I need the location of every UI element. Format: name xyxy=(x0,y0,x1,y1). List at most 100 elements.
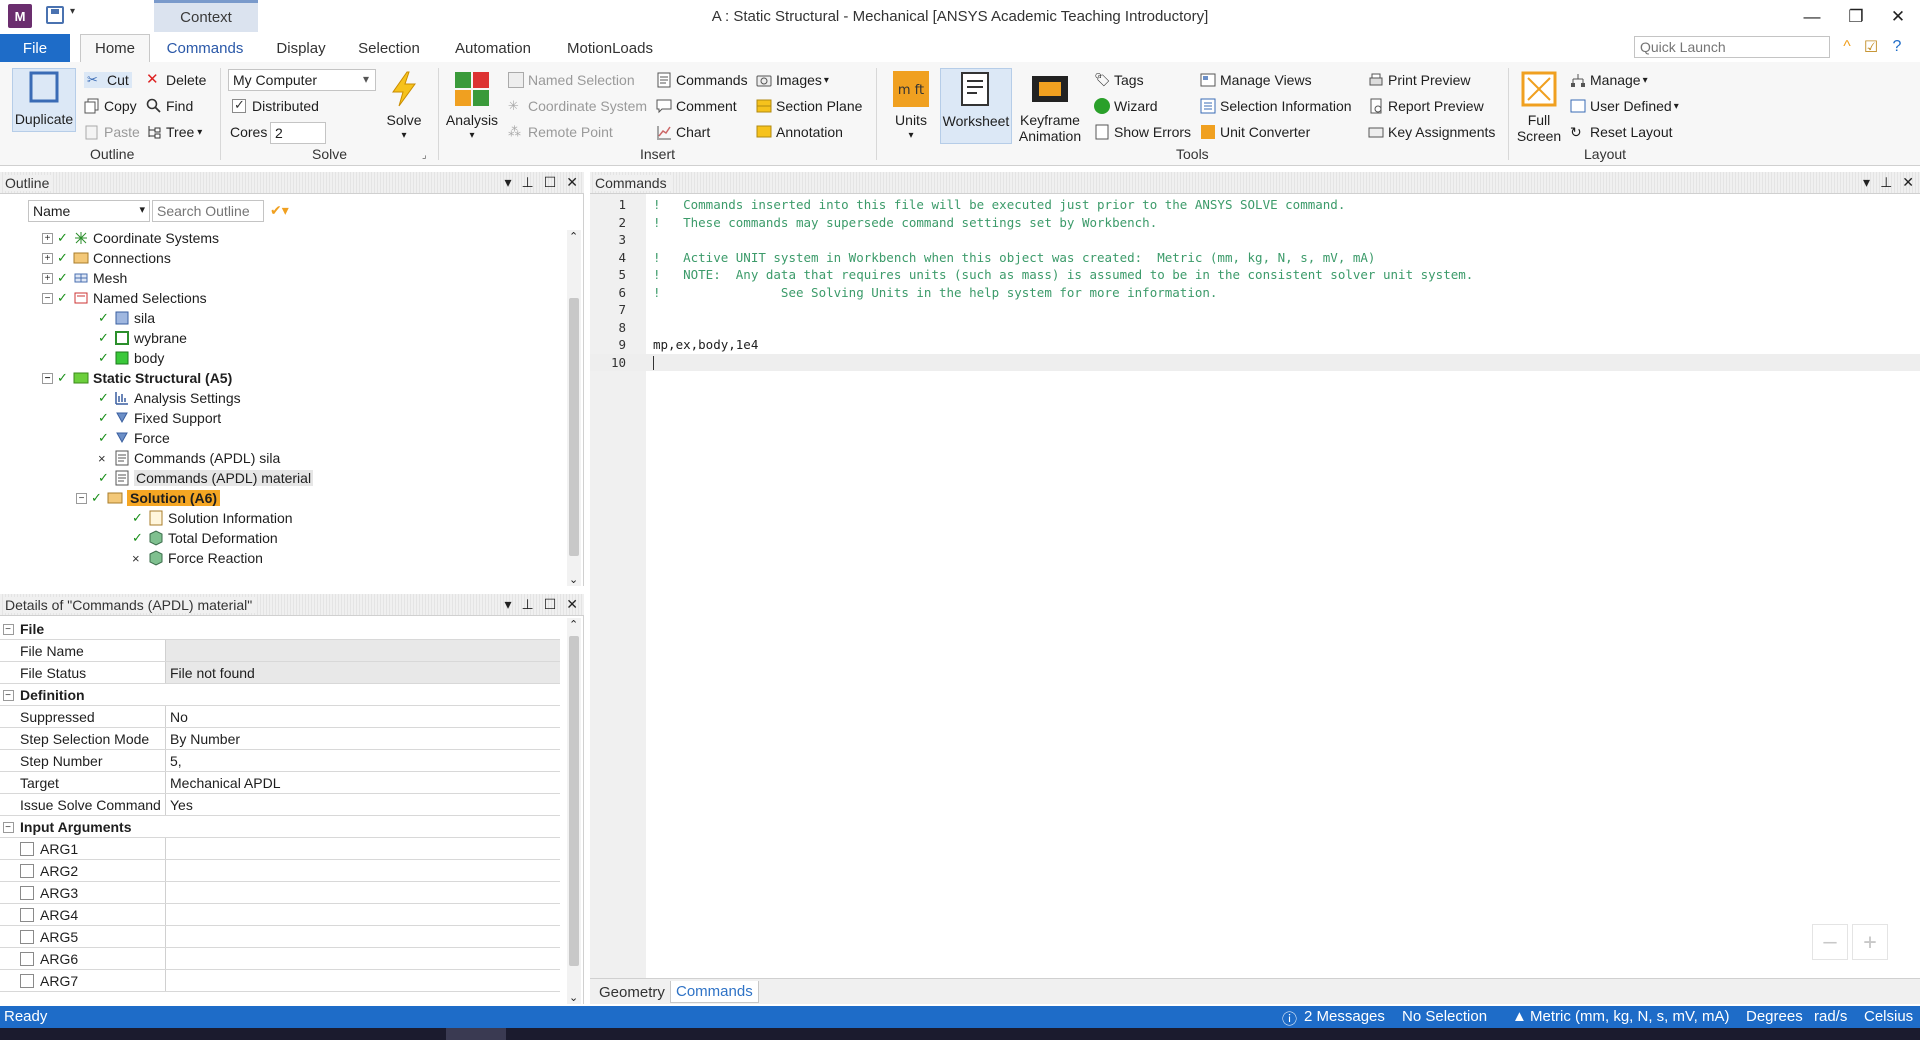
row-value[interactable]: No xyxy=(166,706,560,727)
scroll-down-icon[interactable]: ⌄ xyxy=(569,573,578,586)
arg-checkbox[interactable] xyxy=(20,929,34,944)
coordinate-system-button[interactable]: ✳ Coordinate System xyxy=(508,98,647,114)
row-value[interactable]: By Number xyxy=(166,728,560,749)
details-row-arg5[interactable]: ARG5 xyxy=(0,926,560,948)
delete-button[interactable]: ✕ Delete xyxy=(146,72,206,89)
feedback-icon[interactable]: ☑ xyxy=(1860,36,1882,58)
code-line[interactable]: 2 ! These commands may supersede command … xyxy=(590,214,1920,232)
code-line[interactable]: 8 xyxy=(590,319,1920,337)
details-row-arg3[interactable]: ARG3 xyxy=(0,882,560,904)
full-screen-button[interactable]: Full Screen xyxy=(1517,70,1561,144)
apdl-code-editor[interactable]: 1 ! Commands inserted into this file will… xyxy=(590,194,1920,978)
tab-commands-view[interactable]: Commands xyxy=(670,981,759,1003)
units-up-icon[interactable]: ▲ xyxy=(1512,1008,1527,1025)
print-preview-button[interactable]: Print Preview xyxy=(1368,72,1470,88)
key-assignments-button[interactable]: Key Assignments xyxy=(1368,124,1495,140)
quick-launch-input[interactable] xyxy=(1634,36,1830,58)
scroll-up-icon[interactable]: ⌃ xyxy=(569,618,578,631)
status-units[interactable]: Metric (mm, kg, N, s, mV, mA) xyxy=(1530,1008,1729,1025)
messages-icon[interactable]: ⓘ xyxy=(1282,1008,1297,1029)
chart-button[interactable]: Chart xyxy=(656,124,710,140)
tab-display[interactable]: Display xyxy=(268,34,334,62)
panel-menu-icon[interactable]: ▾ xyxy=(1863,174,1870,191)
tree-node-coordinate-systems[interactable]: + ✓ Coordinate Systems xyxy=(42,228,219,248)
collapse-icon[interactable]: − xyxy=(0,816,16,838)
close-icon[interactable]: ✕ xyxy=(566,174,578,191)
close-window-button[interactable]: ✕ xyxy=(1880,4,1916,30)
details-row-arg1[interactable]: ARG1 xyxy=(0,838,560,860)
expand-icon[interactable]: + xyxy=(42,252,53,264)
pin-icon[interactable]: ⊥ xyxy=(522,596,534,613)
tree-node-connections[interactable]: + ✓ Connections xyxy=(42,248,171,268)
tree-node-solution-information[interactable]: ✓ Solution Information xyxy=(132,508,293,528)
tree-node-wybrane[interactable]: ✓ wybrane xyxy=(98,328,187,348)
maximize-icon[interactable]: ☐ xyxy=(544,596,557,613)
tree-node-fixed-support[interactable]: ✓ Fixed Support xyxy=(98,408,221,428)
tree-node-solution[interactable]: − ✓ Solution (A6) xyxy=(76,488,221,508)
find-button[interactable]: Find xyxy=(146,98,193,114)
code-line[interactable]: 1 ! Commands inserted into this file will… xyxy=(590,196,1920,214)
cores-input[interactable]: 2 xyxy=(270,122,326,144)
details-row-arg7[interactable]: ARG7 xyxy=(0,970,560,992)
arg-value[interactable] xyxy=(166,926,560,947)
details-row-suppressed[interactable]: Suppressed No xyxy=(0,706,560,728)
tree-node-commands-sila[interactable]: × Commands (APDL) sila xyxy=(98,448,280,468)
duplicate-button[interactable]: Duplicate xyxy=(12,68,76,132)
tree-node-static-structural[interactable]: − ✓ Static Structural (A5) xyxy=(42,368,232,388)
arg-checkbox[interactable] xyxy=(20,841,34,856)
file-tab[interactable]: File xyxy=(0,34,70,62)
row-value[interactable]: Mechanical APDL xyxy=(166,772,560,793)
wizard-button[interactable]: Wizard xyxy=(1094,98,1158,114)
restore-button[interactable]: ❐ xyxy=(1838,4,1874,30)
tree-node-force[interactable]: ✓ Force xyxy=(98,428,170,448)
quick-access-save-icon[interactable] xyxy=(46,6,64,24)
close-icon[interactable]: ✕ xyxy=(566,596,578,613)
details-section-file[interactable]: − File xyxy=(0,618,560,640)
row-value[interactable] xyxy=(166,640,560,661)
taskbar-active-app[interactable] xyxy=(446,1028,506,1040)
pin-icon[interactable]: ⊥ xyxy=(522,174,534,191)
pin-icon[interactable]: ⊥ xyxy=(1880,174,1892,191)
collapse-icon[interactable]: − xyxy=(42,292,53,304)
solve-button[interactable]: Solve ▾ xyxy=(384,70,424,144)
outline-scrollbar[interactable]: ⌃ ⌄ xyxy=(567,230,581,586)
arg-checkbox[interactable] xyxy=(20,863,34,878)
zoom-in-button[interactable]: + xyxy=(1852,924,1888,960)
reset-layout-button[interactable]: ↻ Reset Layout xyxy=(1570,124,1673,140)
remote-point-button[interactable]: ⁂ Remote Point xyxy=(508,124,613,140)
arg-value[interactable] xyxy=(166,860,560,881)
outline-filter-select[interactable]: Name ▾ xyxy=(28,200,150,222)
tree-node-named-selections[interactable]: − ✓ Named Selections xyxy=(42,288,207,308)
manage-views-button[interactable]: Manage Views xyxy=(1200,72,1312,88)
details-row-arg2[interactable]: ARG2 xyxy=(0,860,560,882)
scroll-down-icon[interactable]: ⌄ xyxy=(569,991,578,1004)
tree-node-force-reaction[interactable]: × Force Reaction xyxy=(132,548,263,568)
arg-value[interactable] xyxy=(166,904,560,925)
unit-converter-button[interactable]: Unit Converter xyxy=(1200,124,1310,140)
details-scrollbar-thumb[interactable] xyxy=(569,636,579,966)
tab-motionloads[interactable]: MotionLoads xyxy=(560,34,660,62)
collapse-icon[interactable]: − xyxy=(42,372,53,384)
panel-menu-icon[interactable]: ▾ xyxy=(504,596,511,613)
collapse-ribbon-icon[interactable]: ^ xyxy=(1836,36,1858,58)
arg-value[interactable] xyxy=(166,970,560,991)
tab-automation[interactable]: Automation xyxy=(446,34,540,62)
collapse-icon[interactable]: − xyxy=(0,618,16,640)
cut-button[interactable]: ✂ Cut xyxy=(84,72,132,88)
named-selection-button[interactable]: Named Selection xyxy=(508,72,635,88)
details-row-target[interactable]: Target Mechanical APDL xyxy=(0,772,560,794)
tags-button[interactable]: 🏷 Tags xyxy=(1094,72,1144,88)
worksheet-button[interactable]: Worksheet xyxy=(940,68,1012,144)
keyframe-animation-button[interactable]: Keyframe Animation xyxy=(1016,70,1084,144)
details-scrollbar[interactable]: ⌃ ⌄ xyxy=(567,618,581,1004)
details-row-issue-solve-command[interactable]: Issue Solve Command Yes xyxy=(0,794,560,816)
images-button[interactable]: Images ▾ xyxy=(756,72,829,88)
status-temperature[interactable]: Celsius xyxy=(1864,1008,1913,1025)
tree-node-commands-material[interactable]: ✓ Commands (APDL) material xyxy=(98,468,314,488)
tab-selection[interactable]: Selection xyxy=(352,34,426,62)
code-line[interactable]: 9 mp,ex,body,1e4 xyxy=(590,336,1920,354)
panel-menu-icon[interactable]: ▾ xyxy=(504,174,511,191)
code-line[interactable]: 10 xyxy=(590,353,1920,371)
collapse-icon[interactable]: − xyxy=(76,492,87,504)
section-plane-button[interactable]: Section Plane xyxy=(756,98,862,114)
